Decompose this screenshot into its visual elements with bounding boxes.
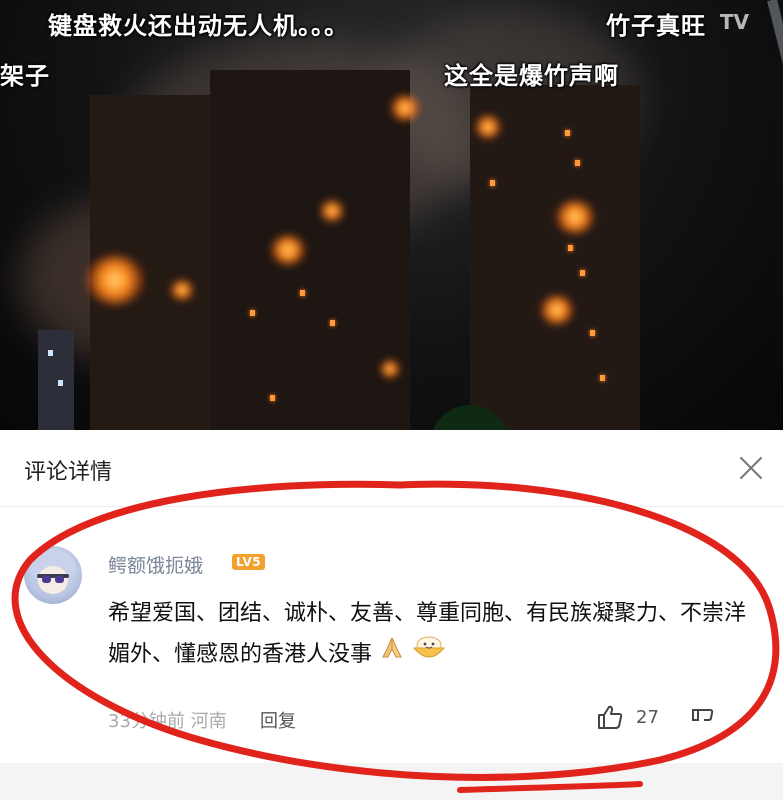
fire-glow: [540, 295, 574, 325]
lit-window: [568, 245, 573, 251]
avatar[interactable]: [24, 546, 82, 604]
city-lights-building: [38, 330, 74, 430]
lit-window: [565, 130, 570, 136]
thumbs-up-icon[interactable]: [596, 704, 624, 730]
lit-window: [250, 310, 255, 316]
comment-username[interactable]: 鳄额饿扼娥: [108, 551, 203, 578]
burning-building: [210, 70, 410, 430]
like-count: 27: [636, 707, 659, 728]
lit-window: [300, 290, 305, 296]
lit-window: [48, 350, 53, 356]
danmaku-comment: 竹子真旺: [606, 12, 706, 40]
danmaku-comment: 架子: [0, 62, 50, 90]
reply-button[interactable]: 回复: [260, 707, 296, 733]
dislike-icon[interactable]: [690, 706, 716, 730]
lit-window: [490, 180, 495, 186]
street-pole: [767, 0, 783, 205]
fire-glow: [270, 235, 306, 265]
fire-glow: [170, 280, 194, 300]
fire-glow: [320, 200, 344, 222]
video-player[interactable]: TV 键盘救火还出动无人机。。。 竹子真旺 架子 这全是爆竹声啊: [0, 0, 783, 430]
comment-time-location: 33分钟前 河南: [108, 711, 227, 732]
lit-window: [590, 330, 595, 336]
comment-text: 希望爱国、团结、诚朴、友善、尊重同胞、有民族凝聚力、不崇洋媚外、懂感恩的香港人没…: [108, 594, 758, 676]
pray-emoji-icon: [379, 635, 405, 675]
lit-window: [580, 270, 585, 276]
bowl-emoji-icon: [412, 634, 446, 676]
lit-window: [600, 375, 605, 381]
level-badge: LV5: [232, 554, 266, 570]
lit-window: [58, 380, 63, 386]
tv-watermark: TV: [719, 10, 749, 34]
danmaku-comment: 键盘救火还出动无人机。。。: [48, 12, 349, 40]
lit-window: [575, 160, 580, 166]
lit-window: [330, 320, 335, 326]
fire-glow: [85, 255, 145, 305]
fire-glow: [380, 360, 400, 378]
lit-window: [270, 395, 275, 401]
comment-item: 鳄额饿扼娥 LV5 希望爱国、团结、诚朴、友善、尊重同胞、有民族凝聚力、不崇洋媚…: [0, 430, 783, 760]
fire-glow: [475, 115, 501, 139]
danmaku-comment: 这全是爆竹声啊: [444, 62, 619, 90]
fire-glow: [555, 200, 595, 234]
fire-glow: [390, 95, 420, 121]
section-divider: [0, 763, 783, 800]
